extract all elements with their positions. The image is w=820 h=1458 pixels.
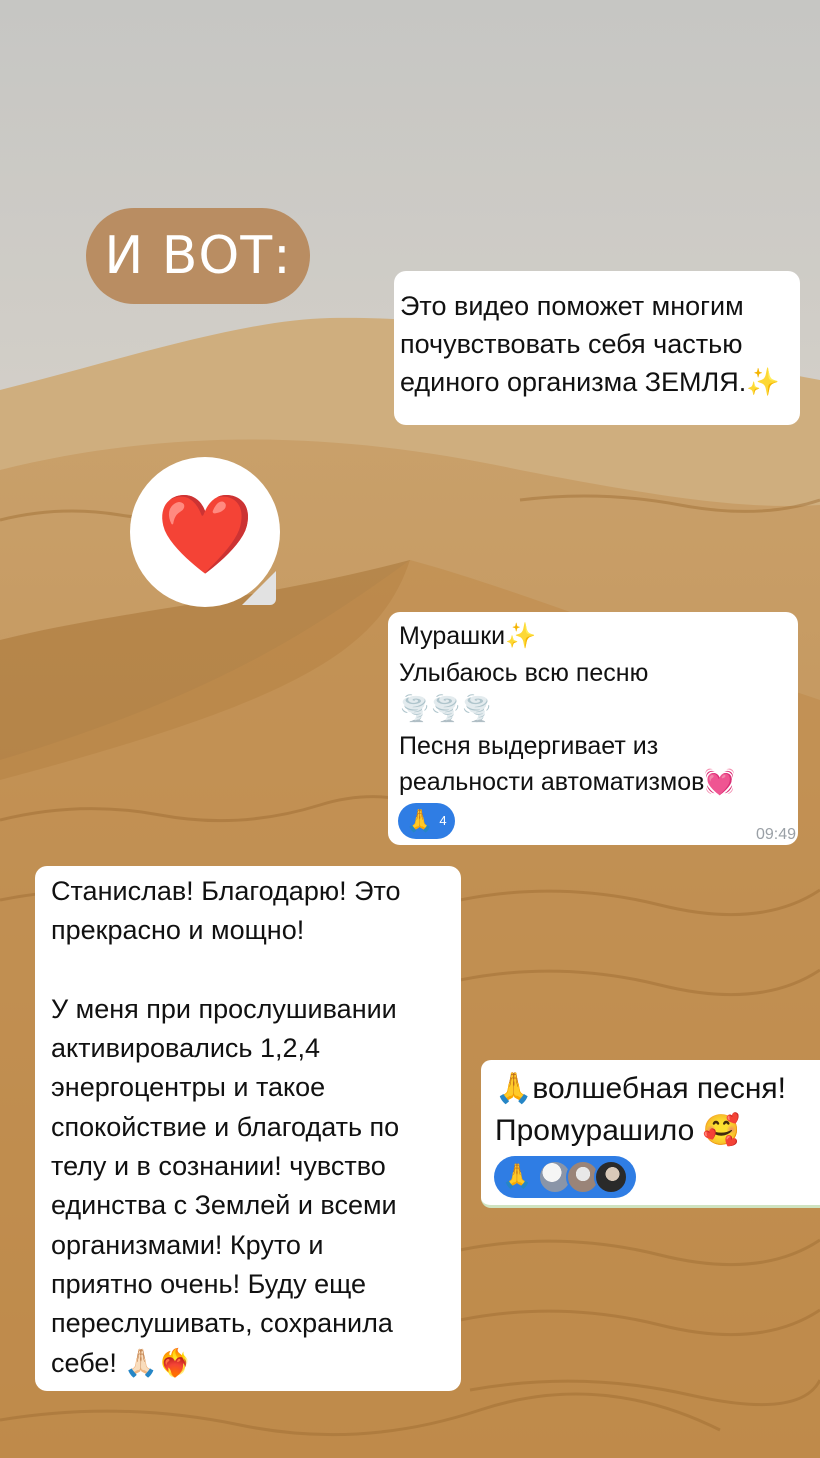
message-line: спокойствие и благодать по xyxy=(51,1111,400,1142)
message-line: У меня при прослушивании xyxy=(51,993,397,1024)
reactor-avatar xyxy=(593,1160,628,1194)
message-line: Улыбаюсь всю песню xyxy=(399,658,649,687)
red-heart-icon: ❤️ xyxy=(156,490,254,578)
message-line: активировались 1,2,4 xyxy=(51,1033,321,1064)
message-line: себе! 🙏🏻❤️‍🔥 xyxy=(51,1347,192,1378)
message-bubble-4: 🙏волшебная песня! Промурашило 🥰 🙏 xyxy=(481,1060,820,1208)
message-bubble-3: Станислав! Благодарю! Это прекрасно и мо… xyxy=(35,866,461,1391)
message-line: прекрасно и мощно! xyxy=(51,915,305,946)
folded-hands-icon: 🙏 xyxy=(406,807,434,833)
message-line: переслушивать, сохранила xyxy=(51,1308,393,1339)
message-line: организмами! Круто и xyxy=(51,1229,324,1260)
reaction-count: 4 xyxy=(439,812,447,828)
message-bubble-2: Мурашки✨ Улыбаюсь всю песню 🌪️🌪️🌪️ Песня… xyxy=(388,612,798,845)
message-line: энергоцентры и такое xyxy=(51,1072,326,1103)
message-line: приятно очень! Буду еще xyxy=(51,1268,367,1299)
message-line: Мурашки✨ xyxy=(399,622,537,650)
message-bubble-1: Это видео поможет многим почувствовать с… xyxy=(394,271,800,425)
message-line: Промурашило 🥰 xyxy=(495,1114,740,1147)
message-line: Песня выдергивает из xyxy=(399,731,659,760)
heart-sticker[interactable]: ❤️ xyxy=(130,457,280,607)
message-line: единого организма ЗЕМЛЯ.✨ xyxy=(400,367,780,397)
story-text-tag: И ВОТ: xyxy=(86,208,310,304)
message-time: 09:49 xyxy=(755,826,796,843)
message-line: почувствовать себя частью xyxy=(400,329,743,359)
reaction-badge[interactable]: 🙏 4 xyxy=(398,803,455,839)
folded-hands-icon: 🙏 xyxy=(502,1163,532,1190)
reaction-badge[interactable]: 🙏 xyxy=(494,1156,636,1198)
message-line: Это видео поможет многим xyxy=(400,291,744,321)
message-line: единства с Землей и всеми xyxy=(51,1190,397,1221)
message-line: 🌪️🌪️🌪️ xyxy=(399,695,493,724)
message-line: 🙏волшебная песня! xyxy=(495,1072,786,1105)
message-line: Станислав! Благодарю! Это xyxy=(51,876,401,906)
message-line: телу и в сознании! чувство xyxy=(51,1151,386,1182)
message-line: реальности автоматизмов💓 xyxy=(399,768,736,797)
